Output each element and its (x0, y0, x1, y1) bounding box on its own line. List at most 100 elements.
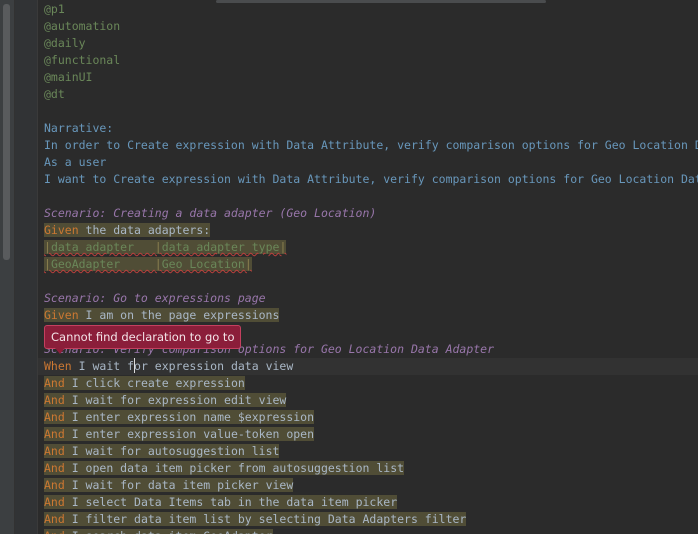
meta-tag: @daily (44, 36, 86, 50)
code-line[interactable]: Given I am on the page expressions (38, 307, 698, 324)
step-keyword: And (44, 512, 65, 526)
step-keyword: And (44, 427, 65, 441)
code-line[interactable]: @mainUI (38, 69, 698, 86)
step-text: And I enter expression name $expression (44, 410, 315, 424)
code-line[interactable]: And I click create expression (38, 375, 698, 392)
step-text: And I search data item GeoAdapter (44, 529, 273, 534)
step-body: I am on the page expressions (78, 308, 280, 322)
text-caret (134, 358, 135, 373)
table-cell: data adapter (50, 240, 155, 254)
step-body: I wait for expression data view (71, 359, 294, 373)
step-text: And I filter data item list by selecting… (44, 512, 467, 526)
scenario-title: Scenario: Go to expressions page (44, 291, 266, 305)
code-line[interactable] (38, 273, 698, 290)
editor-gutter[interactable] (15, 0, 38, 534)
step-text: And I wait for data item picker view (44, 478, 294, 492)
error-tooltip: Cannot find declaration to go to (44, 325, 242, 354)
examples-table-row: |data adapter |data adapter type| (44, 240, 287, 254)
scenario-title: Scenario: Creating a data adapter (Geo L… (44, 206, 377, 220)
step-body: I click create expression (64, 376, 245, 390)
table-pipe: | (279, 240, 287, 254)
code-line[interactable]: @dt (38, 86, 698, 103)
code-line[interactable]: |data adapter |data adapter type| (38, 239, 698, 256)
examples-table-row: |GeoAdapter |Geo Location| (44, 257, 252, 271)
code-line[interactable]: @automation (38, 18, 698, 35)
step-text: And I select Data Items tab in the data … (44, 495, 398, 509)
code-line[interactable]: And I wait for autosuggestion list (38, 443, 698, 460)
code-line[interactable]: And I search data item GeoAdapter (38, 528, 698, 534)
step-keyword: And (44, 376, 65, 390)
code-line[interactable]: As a user (38, 154, 698, 171)
code-line[interactable]: Scenario: Go to expressions page (38, 290, 698, 307)
step-text: When I wait for expression data view (44, 359, 293, 373)
step-text: Given the data adapters: (44, 223, 211, 237)
step-text: And I click create expression (44, 376, 245, 390)
strip-scrollbar[interactable] (3, 4, 10, 260)
table-cell: Geo Location (161, 257, 245, 271)
narrative-text: As a user (44, 155, 107, 169)
step-text: And I enter expression value-token open (44, 427, 315, 441)
step-body: I wait for data item picker view (64, 478, 294, 492)
narrative-text: Narrative: (44, 121, 114, 135)
table-cell: data adapter type (161, 240, 280, 254)
step-keyword: And (44, 529, 65, 534)
error-tooltip-text: Cannot find declaration to go to (51, 330, 235, 344)
code-line[interactable]: And I open data item picker from autosug… (38, 460, 698, 477)
table-pipe: | (154, 257, 162, 271)
code-line[interactable]: And I wait for data item picker view (38, 477, 698, 494)
narrative-text: In order to Create expression with Data … (44, 138, 698, 152)
tooltip-tail (55, 348, 65, 354)
step-keyword: And (44, 393, 65, 407)
meta-tag: @automation (44, 19, 121, 33)
code-line[interactable]: @p1 (38, 1, 698, 18)
table-pipe: | (244, 257, 252, 271)
step-keyword: Given (44, 223, 79, 237)
code-line[interactable]: Given the data adapters: (38, 222, 698, 239)
code-line[interactable] (38, 188, 698, 205)
code-line[interactable]: In order to Create expression with Data … (38, 137, 698, 154)
code-line[interactable]: Scenario: Creating a data adapter (Geo L… (38, 205, 698, 222)
table-pipe: | (154, 240, 162, 254)
code-line[interactable] (38, 103, 698, 120)
table-cell: GeoAdapter (50, 257, 155, 271)
tool-window-strip (0, 0, 15, 534)
step-body: I select Data Items tab in the data item… (64, 495, 398, 509)
step-body: I wait for expression edit view (64, 393, 287, 407)
editor-lines: @p1 @automation @daily @functional @mainUI @d… (38, 1, 698, 534)
step-keyword: And (44, 495, 65, 509)
meta-tag: @mainUI (44, 70, 93, 84)
code-line[interactable]: When I wait for expression data view (38, 358, 698, 375)
step-keyword: Given (44, 308, 79, 322)
code-line[interactable]: And I select Data Items tab in the data … (38, 494, 698, 511)
meta-tag: @dt (44, 87, 65, 101)
code-line[interactable]: @daily (38, 35, 698, 52)
step-keyword: When (44, 359, 72, 373)
step-body: I enter expression name $expression (64, 410, 315, 424)
step-text: And I wait for expression edit view (44, 393, 287, 407)
step-body: I wait for autosuggestion list (64, 444, 280, 458)
step-body: the data adapters: (78, 223, 211, 237)
table-pipe: | (44, 257, 51, 271)
code-line[interactable]: I want to Create expression with Data At… (38, 171, 698, 188)
narrative-text: I want to Create expression with Data At… (44, 172, 698, 186)
meta-tag: @p1 (44, 2, 65, 16)
table-pipe: | (44, 240, 51, 254)
code-line[interactable]: @functional (38, 52, 698, 69)
step-text: And I open data item picker from autosug… (44, 461, 405, 475)
code-line[interactable]: And I wait for expression edit view (38, 392, 698, 409)
code-line[interactable]: Narrative: (38, 120, 698, 137)
step-keyword: And (44, 478, 65, 492)
step-keyword: And (44, 461, 65, 475)
step-body: I enter expression value-token open (64, 427, 315, 441)
step-text: And I wait for autosuggestion list (44, 444, 280, 458)
step-text: Given I am on the page expressions (44, 308, 280, 322)
code-line[interactable]: And I enter expression value-token open (38, 426, 698, 443)
step-body: I search data item GeoAdapter (65, 529, 273, 534)
code-line[interactable]: |GeoAdapter |Geo Location| (38, 256, 698, 273)
code-editor[interactable]: @p1 @automation @daily @functional @mainUI @d… (38, 0, 698, 534)
code-line[interactable]: And I enter expression name $expression (38, 409, 698, 426)
step-keyword: And (44, 444, 65, 458)
meta-tag: @functional (44, 53, 121, 67)
code-line[interactable]: And I filter data item list by selecting… (38, 511, 698, 528)
step-keyword: And (44, 410, 65, 424)
